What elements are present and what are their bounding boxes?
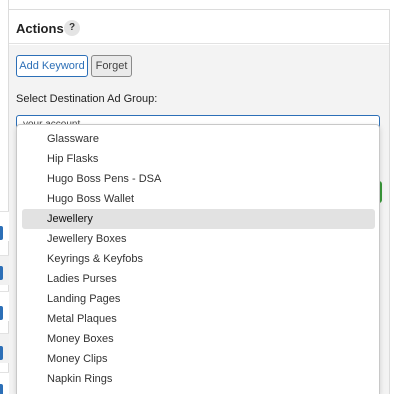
destination-ad-group-label: Select Destination Ad Group:: [16, 93, 158, 105]
background-list-edge: [0, 0, 9, 394]
panel-title: Actions: [16, 21, 64, 36]
panel-header: Actions ?: [9, 10, 389, 44]
dropdown-option[interactable]: Money Boxes: [22, 329, 375, 349]
dropdown-option[interactable]: Jewellery Boxes: [22, 229, 375, 249]
row-marker: [0, 384, 3, 394]
dropdown-option-highlighted[interactable]: Jewellery: [22, 209, 375, 229]
dropdown-option[interactable]: Hip Flasks: [22, 149, 375, 169]
dropdown-option[interactable]: Money Clips: [22, 349, 375, 369]
dropdown-option[interactable]: Napkin Rings: [22, 369, 375, 389]
help-icon[interactable]: ?: [64, 20, 80, 36]
dropdown-option[interactable]: Metal Plaques: [22, 309, 375, 329]
add-keyword-button[interactable]: Add Keyword: [16, 55, 88, 77]
row-marker: [0, 266, 3, 280]
row-marker: [0, 306, 3, 320]
ad-group-dropdown-list[interactable]: Glassware Hip Flasks Hugo Boss Pens - DS…: [16, 124, 380, 394]
dropdown-option[interactable]: Hugo Boss Wallet: [22, 189, 375, 209]
dropdown-option[interactable]: Hugo Boss Pens - DSA: [22, 169, 375, 189]
dropdown-option[interactable]: Keyrings & Keyfobs: [22, 249, 375, 269]
dropdown-option[interactable]: Ladies Purses: [22, 269, 375, 289]
dropdown-option[interactable]: Landing Pages: [22, 289, 375, 309]
forget-button[interactable]: Forget: [91, 55, 132, 77]
row-marker: [0, 346, 3, 360]
dropdown-option[interactable]: Glassware: [22, 129, 375, 149]
row-marker: [0, 226, 3, 240]
